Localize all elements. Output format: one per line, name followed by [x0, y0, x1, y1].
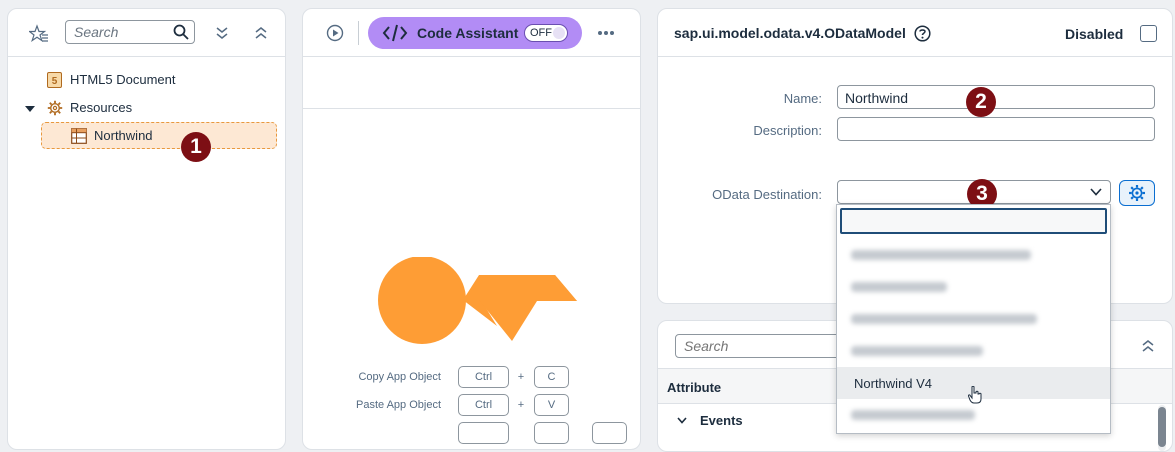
- attribute-column-label: Attribute: [667, 380, 722, 395]
- toggle-knob: [553, 27, 565, 39]
- dropdown-item-redacted[interactable]: [837, 239, 1110, 271]
- attributes-search-input[interactable]: [684, 338, 834, 354]
- dropdown-item-redacted[interactable]: [837, 271, 1110, 303]
- explorer-panel: 5 HTML5 Document Resources Northwind 1: [7, 8, 286, 450]
- redacted-text: [851, 346, 983, 356]
- key-c: C: [534, 366, 569, 388]
- tree-item-label: HTML5 Document: [70, 72, 176, 87]
- dropdown-item-label: Northwind V4: [854, 376, 933, 391]
- redacted-text: [851, 314, 1037, 324]
- collapse-all-icon[interactable]: [251, 23, 271, 43]
- step-badge-1: 1: [181, 132, 211, 162]
- tree-item-html5-document[interactable]: 5 HTML5 Document: [46, 71, 246, 91]
- html5-icon: 5: [46, 71, 62, 88]
- chevron-down-icon[interactable]: [676, 415, 688, 425]
- tree-item-label: Northwind: [94, 128, 153, 143]
- description-label: Description:: [753, 123, 822, 138]
- play-icon[interactable]: [325, 23, 345, 43]
- properties-title: sap.ui.model.odata.v4.ODataModel: [674, 25, 906, 41]
- favorites-star-icon[interactable]: [28, 23, 50, 45]
- description-input[interactable]: [837, 117, 1155, 141]
- key-v: V: [534, 394, 569, 416]
- svg-text:5: 5: [51, 76, 57, 87]
- code-icon: [382, 23, 408, 43]
- destination-dropdown: Northwind V4: [836, 204, 1111, 434]
- destination-settings-button[interactable]: [1119, 180, 1155, 206]
- dropdown-item-northwind-v4[interactable]: Northwind V4: [837, 367, 1110, 404]
- disabled-checkbox[interactable]: [1140, 25, 1157, 42]
- key-ctrl: Ctrl: [458, 366, 509, 388]
- canvas-panel: Code Assistant OFF Copy App Object Ctrl …: [302, 8, 641, 450]
- explorer-search-input[interactable]: [74, 24, 169, 40]
- key-partial: [458, 422, 509, 444]
- tree-item-resources[interactable]: Resources: [46, 99, 246, 119]
- shortcut-plus: +: [517, 371, 525, 383]
- expand-arrow-icon[interactable]: [24, 103, 36, 115]
- scrollbar-thumb[interactable]: [1158, 407, 1166, 447]
- shortcut-plus: +: [517, 399, 525, 411]
- dropdown-item-redacted[interactable]: [837, 335, 1110, 367]
- code-assistant-button[interactable]: Code Assistant OFF: [368, 17, 582, 49]
- settings-gear-icon: [1128, 184, 1146, 202]
- properties-header-divider: [658, 56, 1172, 57]
- key-partial: [534, 422, 569, 444]
- code-assistant-label: Code Assistant: [417, 25, 519, 41]
- help-icon[interactable]: [913, 24, 931, 42]
- redacted-text: [851, 410, 975, 420]
- name-value: Northwind: [845, 90, 909, 106]
- explorer-header-divider: [8, 56, 285, 57]
- shortcut-copy-label: Copy App Object: [358, 371, 441, 383]
- subbar-divider: [303, 108, 640, 109]
- dropdown-item-redacted[interactable]: [837, 399, 1110, 431]
- attributes-search-field[interactable]: [675, 334, 845, 358]
- name-input[interactable]: Northwind: [837, 85, 1155, 109]
- tree-item-label: Resources: [70, 100, 133, 115]
- events-group-label[interactable]: Events: [700, 413, 743, 428]
- app-logo: [377, 257, 579, 347]
- disabled-label: Disabled: [1065, 26, 1124, 42]
- redacted-text: [851, 282, 947, 292]
- search-icon[interactable]: [172, 23, 190, 41]
- explorer-search-field[interactable]: [65, 20, 195, 44]
- tree-item-northwind[interactable]: Northwind: [41, 122, 277, 149]
- shortcut-paste-label: Paste App Object: [356, 399, 441, 411]
- key-ctrl: Ctrl: [458, 394, 509, 416]
- toggle-label: OFF: [530, 27, 552, 39]
- collapse-all-icon[interactable]: [1138, 336, 1158, 356]
- name-label: Name:: [783, 91, 822, 106]
- resources-gear-icon: [46, 99, 63, 116]
- toolbar-divider: [303, 56, 640, 57]
- expand-all-icon[interactable]: [212, 23, 232, 43]
- dropdown-search-input[interactable]: [840, 208, 1107, 234]
- step-badge-2: 2: [966, 87, 996, 117]
- table-icon: [70, 127, 87, 144]
- scrollbar-track[interactable]: [1158, 405, 1166, 451]
- toolbar-separator: [358, 21, 359, 45]
- code-assistant-toggle[interactable]: OFF: [524, 24, 568, 42]
- dropdown-item-redacted[interactable]: [837, 303, 1110, 335]
- chevron-down-icon[interactable]: [1090, 187, 1102, 197]
- destination-label: OData Destination:: [712, 187, 822, 202]
- more-options-icon[interactable]: [595, 23, 617, 43]
- key-partial: [592, 422, 627, 444]
- redacted-text: [851, 250, 1031, 260]
